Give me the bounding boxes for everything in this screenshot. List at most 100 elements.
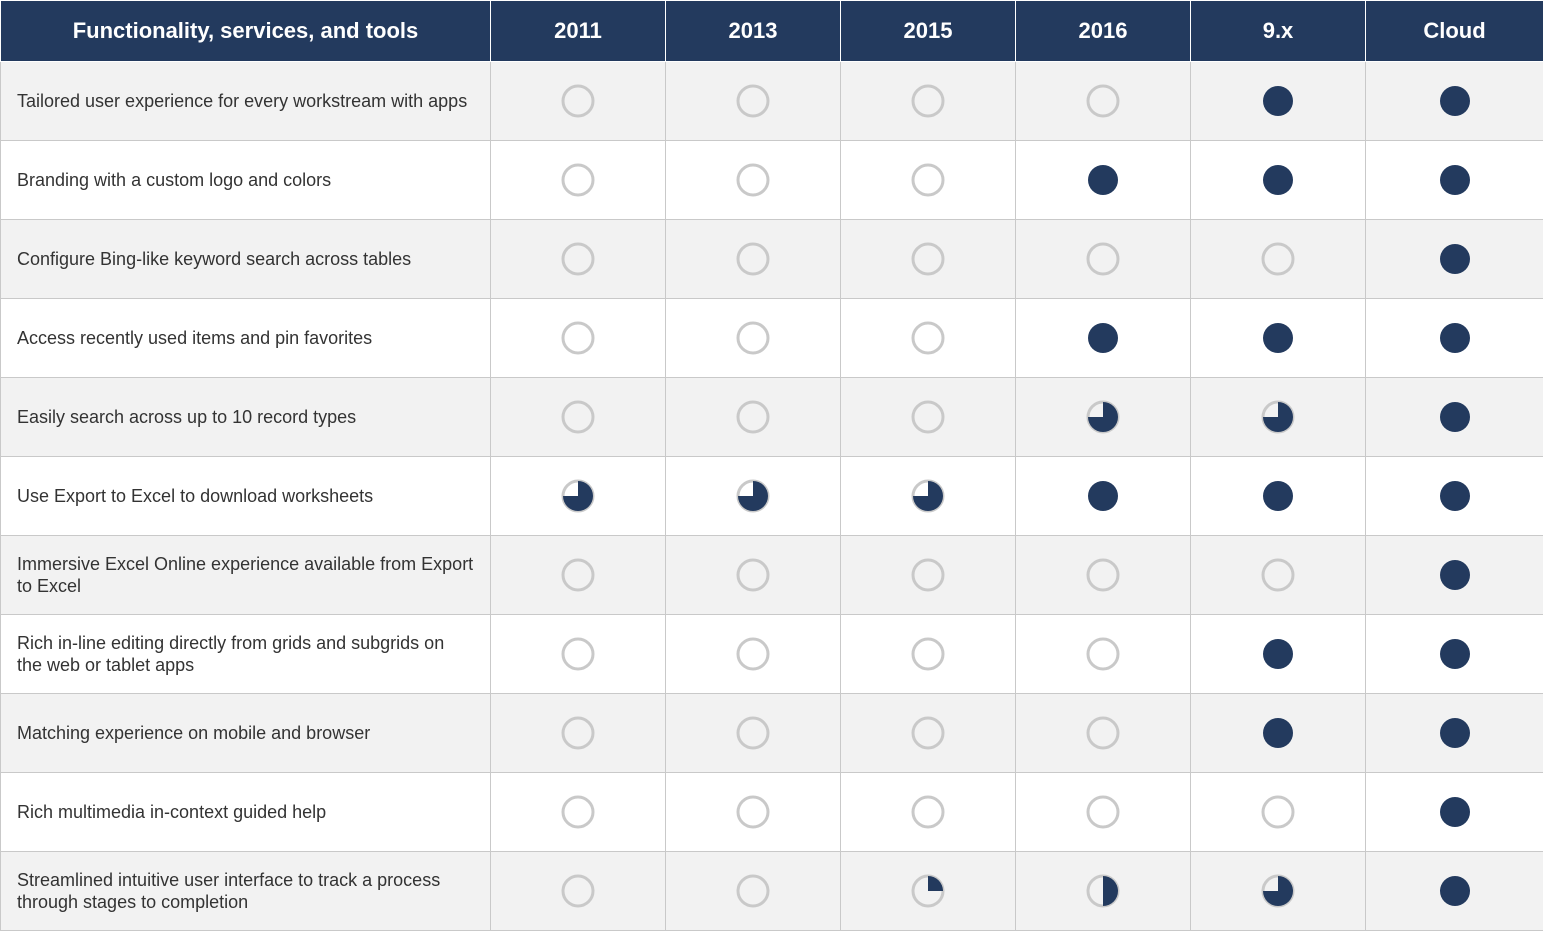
availability-cell [491,141,666,220]
availability-cell [666,62,841,141]
availability-cell [1016,457,1191,536]
feature-label: Immersive Excel Online experience availa… [1,536,491,615]
availability-cell [1016,694,1191,773]
availability-cell [666,457,841,536]
feature-label: Matching experience on mobile and browse… [1,694,491,773]
availability-cell [841,536,1016,615]
harvey-ball-icon [561,163,595,197]
availability-cell [1366,457,1543,536]
harvey-ball-icon [911,637,945,671]
availability-cell [1366,536,1543,615]
harvey-ball-icon [1438,479,1472,513]
harvey-ball-icon [1261,874,1295,908]
harvey-ball-icon [561,400,595,434]
table-row: Use Export to Excel to download workshee… [1,457,1543,536]
availability-cell [491,773,666,852]
harvey-ball-icon [1438,874,1472,908]
harvey-ball-icon [1261,321,1295,355]
harvey-ball-icon [1086,637,1120,671]
harvey-ball-icon [1086,795,1120,829]
harvey-ball-icon [911,795,945,829]
col-header-2016: 2016 [1016,1,1191,62]
availability-cell [666,220,841,299]
availability-cell [1191,457,1366,536]
availability-cell [1016,536,1191,615]
availability-cell [666,852,841,931]
availability-cell [1366,220,1543,299]
harvey-ball-icon [1438,321,1472,355]
availability-cell [491,299,666,378]
harvey-ball-icon [736,558,770,592]
availability-cell [666,536,841,615]
availability-cell [666,141,841,220]
harvey-ball-icon [561,874,595,908]
table-row: Rich multimedia in-context guided help [1,773,1543,852]
availability-cell [1191,220,1366,299]
harvey-ball-icon [736,163,770,197]
col-header-feature: Functionality, services, and tools [1,1,491,62]
harvey-ball-icon [1261,637,1295,671]
col-header-2013: 2013 [666,1,841,62]
availability-cell [841,773,1016,852]
availability-cell [1016,299,1191,378]
harvey-ball-icon [736,716,770,750]
harvey-ball-icon [561,242,595,276]
harvey-ball-icon [1086,400,1120,434]
harvey-ball-icon [1261,84,1295,118]
harvey-ball-icon [1438,558,1472,592]
availability-cell [841,299,1016,378]
availability-cell [841,378,1016,457]
harvey-ball-icon [1086,242,1120,276]
harvey-ball-icon [911,716,945,750]
harvey-ball-icon [1261,716,1295,750]
feature-label: Rich in-line editing directly from grids… [1,615,491,694]
harvey-ball-icon [561,479,595,513]
harvey-ball-icon [561,795,595,829]
harvey-ball-icon [911,874,945,908]
availability-cell [491,378,666,457]
harvey-ball-icon [911,558,945,592]
harvey-ball-icon [736,637,770,671]
availability-cell [666,299,841,378]
availability-cell [491,615,666,694]
feature-label: Streamlined intuitive user interface to … [1,852,491,931]
feature-comparison-table: Functionality, services, and tools 2011 … [0,0,1543,931]
availability-cell [1016,773,1191,852]
harvey-ball-icon [1438,716,1472,750]
feature-label: Tailored user experience for every works… [1,62,491,141]
availability-cell [1191,299,1366,378]
availability-cell [1191,773,1366,852]
availability-cell [1191,852,1366,931]
harvey-ball-icon [1261,479,1295,513]
harvey-ball-icon [1438,242,1472,276]
harvey-ball-icon [1261,242,1295,276]
harvey-ball-icon [561,558,595,592]
availability-cell [666,378,841,457]
availability-cell [1191,62,1366,141]
harvey-ball-icon [1261,795,1295,829]
harvey-ball-icon [911,400,945,434]
harvey-ball-icon [736,795,770,829]
harvey-ball-icon [1086,84,1120,118]
availability-cell [491,852,666,931]
availability-cell [1016,62,1191,141]
availability-cell [1191,694,1366,773]
harvey-ball-icon [1261,400,1295,434]
availability-cell [1191,615,1366,694]
availability-cell [1366,141,1543,220]
availability-cell [491,457,666,536]
availability-cell [1191,141,1366,220]
availability-cell [1366,773,1543,852]
feature-label: Configure Bing-like keyword search acros… [1,220,491,299]
harvey-ball-icon [1438,400,1472,434]
availability-cell [491,62,666,141]
table-row: Matching experience on mobile and browse… [1,694,1543,773]
availability-cell [841,694,1016,773]
harvey-ball-icon [561,716,595,750]
availability-cell [1366,62,1543,141]
harvey-ball-icon [1086,716,1120,750]
availability-cell [491,536,666,615]
harvey-ball-icon [736,874,770,908]
harvey-ball-icon [736,479,770,513]
availability-cell [491,220,666,299]
